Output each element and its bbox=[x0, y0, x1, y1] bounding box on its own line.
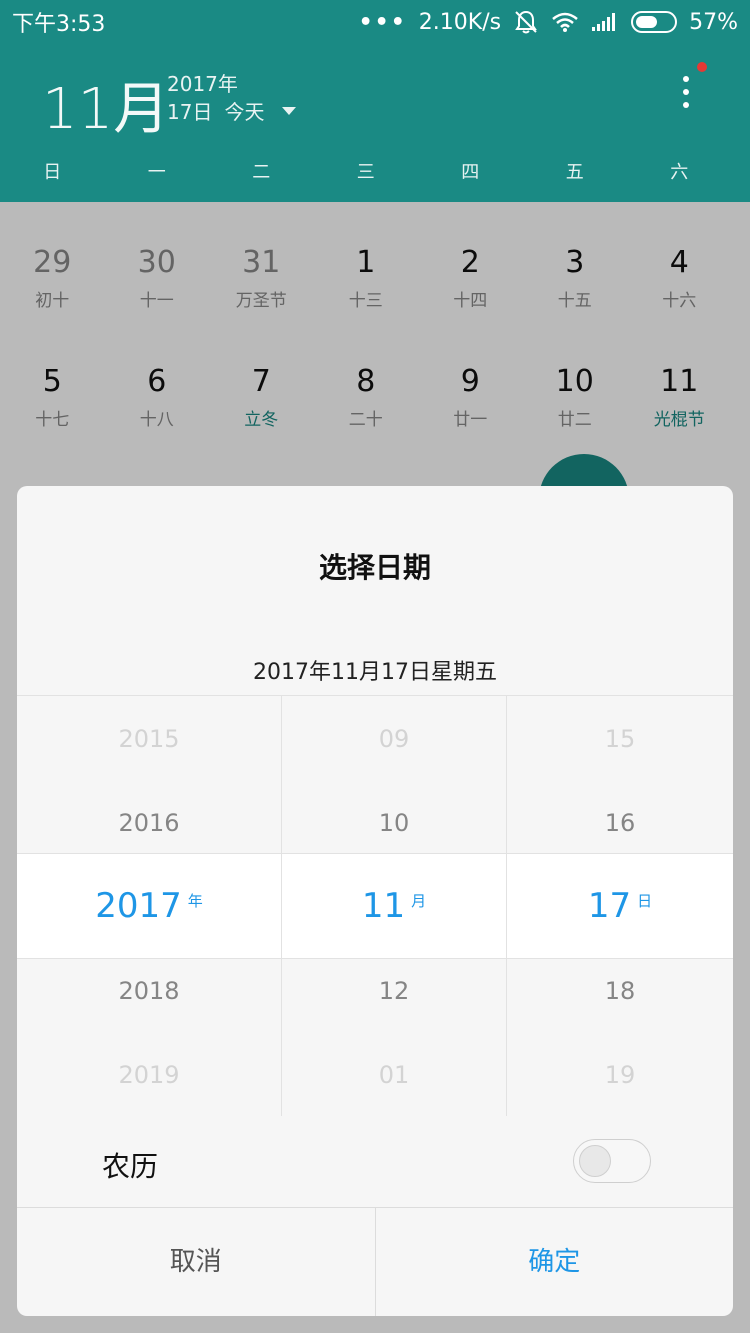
today-label: 今天 bbox=[224, 100, 265, 124]
year-option[interactable]: 2015 bbox=[17, 725, 281, 753]
year-option[interactable]: 2016 bbox=[17, 809, 281, 837]
day-option[interactable]: 19 bbox=[507, 1061, 733, 1089]
date-wheel-picker: 2015 2016 2017 年 2018 2019 09 10 11 月 12 0… bbox=[17, 695, 733, 1116]
notification-dot bbox=[697, 62, 707, 72]
status-bar: 下午3:53 ••• 2.10K/s 57% bbox=[0, 0, 750, 44]
current-year: 2017年 bbox=[167, 72, 238, 96]
month-option[interactable]: 01 bbox=[282, 1061, 506, 1089]
month-option[interactable]: 10 bbox=[282, 809, 506, 837]
more-notifications-icon: ••• bbox=[358, 9, 407, 35]
battery-percent: 57% bbox=[689, 9, 738, 35]
bell-muted-icon bbox=[515, 10, 537, 34]
lunar-label: 农历 bbox=[102, 1150, 159, 1183]
more-options-icon[interactable] bbox=[680, 76, 692, 108]
weekday-label: 二 bbox=[252, 162, 271, 183]
cancel-button[interactable]: 取消 bbox=[17, 1208, 376, 1316]
current-day: 17日 bbox=[167, 100, 213, 124]
day-option[interactable]: 15 bbox=[507, 725, 733, 753]
dialog-actions: 取消 确定 bbox=[17, 1207, 733, 1316]
confirm-button[interactable]: 确定 bbox=[376, 1208, 734, 1316]
battery-icon bbox=[631, 11, 678, 33]
year-option[interactable]: 2018 bbox=[17, 977, 281, 1005]
current-month[interactable]: 11月 bbox=[42, 64, 169, 145]
signal-icon bbox=[592, 13, 616, 31]
status-time: 下午3:53 bbox=[12, 12, 106, 37]
wifi-icon bbox=[552, 12, 578, 32]
weekday-label: 一 bbox=[147, 162, 166, 183]
day-option[interactable]: 18 bbox=[507, 977, 733, 1005]
day-option[interactable]: 16 bbox=[507, 809, 733, 837]
weekday-label: 六 bbox=[670, 162, 689, 183]
weekday-label: 三 bbox=[356, 162, 375, 183]
year-option[interactable]: 2019 bbox=[17, 1061, 281, 1089]
month-option[interactable]: 09 bbox=[282, 725, 506, 753]
calendar-header: 下午3:53 ••• 2.10K/s 57% 11月 2017年 17日 今天 … bbox=[0, 0, 750, 202]
month-wheel[interactable]: 09 10 11 月 12 01 bbox=[281, 696, 507, 1116]
day-selected[interactable]: 17 日 bbox=[507, 886, 733, 926]
dialog-title: 选择日期 bbox=[318, 551, 431, 584]
year-wheel[interactable]: 2015 2016 2017 年 2018 2019 bbox=[17, 696, 281, 1116]
lunar-toggle-row: 农历 bbox=[17, 1115, 733, 1207]
chevron-down-icon bbox=[282, 106, 297, 115]
weekday-label: 四 bbox=[461, 162, 480, 183]
year-selected[interactable]: 2017 年 bbox=[17, 886, 281, 926]
day-wheel[interactable]: 15 16 17 日 18 19 bbox=[507, 696, 733, 1116]
month-selected[interactable]: 11 月 bbox=[282, 886, 506, 926]
weekday-label: 日 bbox=[43, 162, 62, 183]
weekday-label: 五 bbox=[565, 162, 584, 183]
month-option[interactable]: 12 bbox=[282, 977, 506, 1005]
toggle-knob bbox=[579, 1145, 611, 1177]
net-speed: 2.10K/s bbox=[418, 9, 502, 35]
weekday-row: 日 一 二 三 四 五 六 bbox=[0, 158, 750, 188]
date-picker-dialog: 选择日期 2017年11月17日星期五 2015 2016 2017 年 2018… bbox=[17, 486, 733, 1316]
lunar-toggle[interactable] bbox=[573, 1139, 651, 1183]
date-selector[interactable]: 17日 今天 bbox=[167, 96, 297, 125]
selected-date-summary: 2017年11月17日星期五 bbox=[253, 660, 497, 685]
